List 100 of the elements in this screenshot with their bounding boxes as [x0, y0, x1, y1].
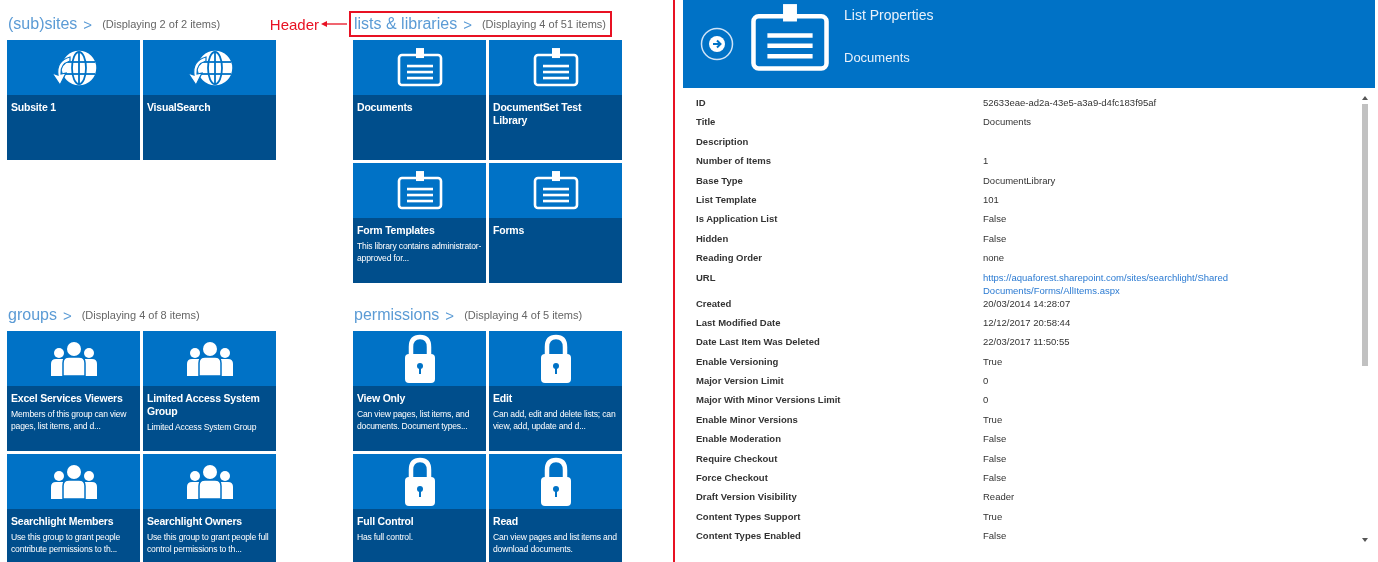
- property-value: 1: [983, 154, 990, 169]
- tile[interactable]: Full Control Has full control.: [353, 454, 486, 562]
- tile[interactable]: View Only Can view pages, list items, and documents. Document types...: [353, 331, 486, 451]
- property-value: False: [983, 231, 1008, 246]
- property-link[interactable]: https://aquaforest.sharepoint.com/sites/searchlight/Shared Documents/Forms/AllItems.aspx: [983, 270, 1243, 297]
- property-label: ID: [696, 96, 707, 110]
- property-value: 20/03/2014 14:28:07: [983, 296, 1072, 311]
- tile-title: Limited Access System Group: [147, 392, 261, 418]
- tile-title: VisualSearch: [147, 101, 212, 114]
- item-count: (Displaying 4 of 8 items): [81, 309, 200, 321]
- property-value: DocumentLibrary: [983, 173, 1057, 188]
- tile[interactable]: Edit Can add, edit and delete lists; can view, add, update and d...: [489, 331, 622, 451]
- property-value: 0: [983, 374, 990, 389]
- tile-description: Use this group to grant people full control permissions to th...: [147, 531, 270, 555]
- property-label: Description: [696, 134, 750, 149]
- scroll-up-icon[interactable]: [1362, 96, 1368, 100]
- tile[interactable]: DocumentSet Test Library: [489, 40, 622, 160]
- property-value: False: [983, 529, 1008, 544]
- item-count: (Displaying 2 of 2 items): [102, 18, 221, 30]
- property-label: Hidden: [696, 231, 730, 246]
- tile-title: Full Control: [357, 515, 415, 528]
- property-label: Base Type: [696, 173, 744, 188]
- property-value: False: [983, 471, 1008, 486]
- property-label: Enable Versioning: [696, 354, 780, 369]
- property-label: Major Version Limit: [696, 374, 785, 389]
- people-icon: [49, 341, 98, 376]
- tile-title: Searchlight Members: [11, 515, 115, 528]
- tile-description: Can view pages and list items and download documents.: [493, 531, 618, 555]
- property-value: Documents: [983, 115, 1033, 130]
- people-icon: [185, 341, 234, 376]
- property-value: 52633eae-ad2a-43e5-a3a9-d4fc183f95af: [983, 96, 1158, 110]
- property-value: 101: [983, 192, 1000, 207]
- property-label: Number of Items: [696, 154, 772, 169]
- clipboard-icon: [396, 170, 443, 211]
- tile-description: Members of this group can view pages, list items, and d...: [11, 408, 128, 432]
- property-value: 12/12/2017 20:58:44: [983, 315, 1072, 330]
- clipboard-icon: [750, 4, 830, 72]
- tile-description: Can add, edit and delete lists; can view, add, update and d...: [493, 408, 617, 432]
- property-value: True: [983, 412, 1004, 427]
- property-label: Reading Order: [696, 251, 763, 266]
- property-label: Created: [696, 296, 733, 311]
- property-value: Reader: [983, 490, 1016, 505]
- tile-title: Documents: [357, 101, 414, 114]
- property-label: Content Types Enabled: [696, 529, 802, 544]
- people-icon: [185, 464, 234, 499]
- panel-subtitle: Documents: [844, 50, 911, 65]
- tile[interactable]: Searchlight Members Use this group to grant people contribute permissions to th...: [7, 454, 140, 562]
- tile[interactable]: Form Templates This library contains administrator-approved for...: [353, 163, 486, 283]
- clipboard-icon: [532, 170, 579, 211]
- property-value: 0: [983, 393, 990, 408]
- item-count: (Displaying 4 of 5 items): [464, 309, 583, 321]
- property-label: Date Last Item Was Deleted: [696, 335, 821, 350]
- property-label: Draft Version Visibility: [696, 490, 798, 505]
- tile-description: Limited Access System Group: [147, 421, 258, 433]
- property-value: False: [983, 212, 1008, 227]
- tile-title: DocumentSet Test Library: [493, 101, 583, 127]
- tile[interactable]: Forms: [489, 163, 622, 283]
- tile-title: View Only: [357, 392, 407, 405]
- tile-description: Use this group to grant people contribute permissions to th...: [11, 531, 122, 555]
- property-label: URL: [696, 270, 717, 285]
- scroll-down-icon[interactable]: [1362, 538, 1368, 542]
- tile-title: Subsite 1: [11, 101, 57, 114]
- property-value: True: [983, 509, 1004, 524]
- lock-icon: [539, 333, 572, 384]
- tile-description: Has full control.: [357, 531, 414, 543]
- tile-title: Edit: [493, 392, 514, 405]
- property-label: Force Checkout: [696, 471, 769, 486]
- tile[interactable]: Limited Access System Group Limited Access System Group: [143, 331, 276, 451]
- property-label: Is Application List: [696, 212, 779, 227]
- arrow-circle-icon[interactable]: [700, 27, 734, 61]
- tile-title: Form Templates: [357, 224, 436, 237]
- tile[interactable]: Read Can view pages and list items and download documents.: [489, 454, 622, 562]
- tile-description: Can view pages, list items, and documents. Document types...: [357, 408, 471, 432]
- property-value: False: [983, 451, 1008, 466]
- item-count: (Displaying 4 of 51 items): [481, 18, 606, 30]
- annotation-arrow: [321, 20, 347, 28]
- property-value: 22/03/2017 11:50:55: [983, 335, 1071, 350]
- tile[interactable]: Documents: [353, 40, 486, 160]
- tile[interactable]: Subsite 1: [7, 40, 140, 160]
- tile-title: Read: [493, 515, 519, 528]
- lock-icon: [403, 456, 436, 507]
- property-label: Enable Minor Versions: [696, 412, 799, 427]
- property-label: Enable Moderation: [696, 432, 782, 447]
- property-label: Major With Minor Versions Limit: [696, 393, 842, 408]
- property-label: Last Modified Date: [696, 315, 782, 330]
- property-label: Content Types Support: [696, 509, 802, 524]
- property-value: True: [983, 354, 1004, 369]
- tile[interactable]: Searchlight Owners Use this group to grant people full control permissions to th...: [143, 454, 276, 562]
- property-value: False: [983, 432, 1008, 447]
- annotation-label: Header: [269, 15, 319, 33]
- tile[interactable]: Excel Services Viewers Members of this group can view pages, list items, and d...: [7, 331, 140, 451]
- property-label: Require Checkout: [696, 451, 779, 466]
- panel-title: List Properties: [844, 7, 934, 23]
- tile[interactable]: VisualSearch: [143, 40, 276, 160]
- scrollbar-thumb[interactable]: [1362, 104, 1368, 366]
- people-icon: [49, 464, 98, 499]
- lock-icon: [403, 333, 436, 384]
- tile-title: Searchlight Owners: [147, 515, 243, 528]
- tile-description: This library contains administrator-approved for...: [357, 240, 482, 264]
- lock-icon: [539, 456, 572, 507]
